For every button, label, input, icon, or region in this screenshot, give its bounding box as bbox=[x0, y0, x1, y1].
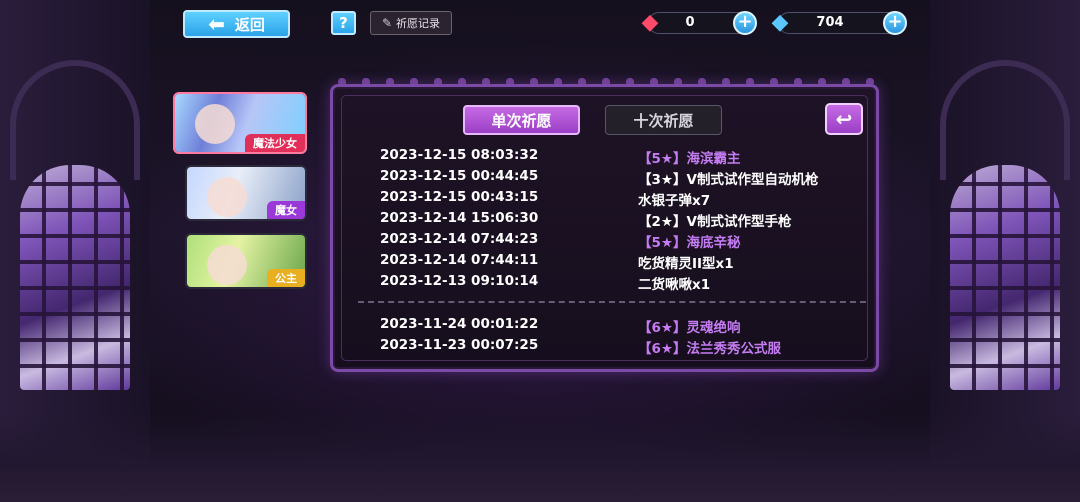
floor bbox=[0, 412, 1080, 502]
record-row: 2023-12-15 08:03:32 【5★】海滨霸主 bbox=[333, 147, 876, 168]
record-item: 【3★】V制式试作型自动机枪 bbox=[638, 172, 819, 188]
feather-icon: ✎ bbox=[381, 16, 393, 30]
char-tab-witch[interactable]: 魔女 bbox=[185, 165, 307, 221]
record-row: 2023-11-23 00:07:25 【6★】法兰秀秀公式服 bbox=[333, 337, 876, 358]
add-red-crystal-button[interactable]: + bbox=[733, 11, 757, 35]
record-item: 【6★】灵魂绝响 bbox=[638, 320, 741, 336]
blue-crystal-counter: ◆ 704 + bbox=[772, 10, 907, 35]
tab-single-wish[interactable]: 单次祈愿 bbox=[463, 105, 580, 135]
return-button[interactable]: ↩ bbox=[825, 103, 863, 135]
return-icon: ↩ bbox=[835, 107, 853, 131]
record-item: 【5★】海滨霸主 bbox=[638, 151, 741, 167]
record-item: 吃货精灵II型x1 bbox=[638, 256, 734, 272]
record-time: 2023-12-14 07:44:23 bbox=[380, 231, 539, 247]
record-item: 【5★】海底辛秘 bbox=[638, 235, 741, 251]
record-time: 2023-11-24 00:01:22 bbox=[380, 316, 539, 332]
char-tab-princess[interactable]: 公主 bbox=[185, 233, 307, 289]
right-stained-glass bbox=[950, 165, 1060, 390]
record-row: 2023-12-13 09:10:14 二货啾啾x1 bbox=[333, 273, 876, 294]
record-divider bbox=[358, 301, 866, 303]
record-row: 2023-12-15 00:43:15 水银子弹x7 bbox=[333, 189, 876, 210]
record-item: 【6★】法兰秀秀公式服 bbox=[638, 341, 781, 357]
record-row: 2023-11-24 00:01:22 【6★】灵魂绝响 bbox=[333, 316, 876, 337]
wish-record-button[interactable]: ✎ 祈愿记录 bbox=[370, 11, 452, 35]
char-tab-label: 魔女 bbox=[267, 201, 305, 219]
record-row: 2023-12-14 15:06:30 【2★】V制式试作型手枪 bbox=[333, 210, 876, 231]
red-crystal-value: 0 bbox=[685, 15, 695, 30]
record-item: 【2★】V制式试作型手枪 bbox=[638, 214, 792, 230]
wish-record-panel: 单次祈愿 十次祈愿 ↩ 2023-12-15 08:03:32 【5★】海滨霸主… bbox=[330, 84, 879, 372]
wish-record-label: 祈愿记录 bbox=[396, 17, 441, 30]
record-time: 2023-12-15 00:43:15 bbox=[380, 189, 539, 205]
back-label: 返回 bbox=[234, 15, 265, 34]
char-tab-label: 公主 bbox=[267, 269, 305, 287]
right-arch bbox=[940, 60, 1070, 180]
arrow-left-icon: ⬅ bbox=[208, 12, 225, 36]
back-button[interactable]: ⬅ 返回 bbox=[183, 10, 290, 38]
char-tab-magical-girl[interactable]: 魔法少女 bbox=[173, 92, 307, 154]
help-label: ? bbox=[339, 14, 348, 32]
tab-single-label: 单次祈愿 bbox=[491, 111, 552, 130]
help-button[interactable]: ? bbox=[331, 11, 356, 35]
record-item: 水银子弹x7 bbox=[638, 193, 711, 209]
record-time: 2023-11-23 00:07:25 bbox=[380, 337, 539, 353]
left-arch bbox=[10, 60, 140, 180]
record-item: 二货啾啾x1 bbox=[638, 277, 711, 293]
record-time: 2023-12-14 07:44:11 bbox=[380, 252, 539, 268]
char-tab-label: 魔法少女 bbox=[245, 134, 305, 152]
left-stained-glass bbox=[20, 165, 130, 390]
record-row: 2023-12-15 00:44:45 【3★】V制式试作型自动机枪 bbox=[333, 168, 876, 189]
tab-ten-label: 十次祈愿 bbox=[633, 111, 694, 130]
red-crystal-counter: ◆ 0 + bbox=[642, 10, 757, 35]
record-row: 2023-12-14 07:44:11 吃货精灵II型x1 bbox=[333, 252, 876, 273]
record-time: 2023-12-15 08:03:32 bbox=[380, 147, 539, 163]
record-time: 2023-12-14 15:06:30 bbox=[380, 210, 539, 226]
tab-ten-wish[interactable]: 十次祈愿 bbox=[605, 105, 722, 135]
add-blue-crystal-button[interactable]: + bbox=[883, 11, 907, 35]
record-time: 2023-12-15 00:44:45 bbox=[380, 168, 539, 184]
record-time: 2023-12-13 09:10:14 bbox=[380, 273, 539, 289]
blue-crystal-value: 704 bbox=[816, 15, 844, 30]
record-row: 2023-12-14 07:44:23 【5★】海底辛秘 bbox=[333, 231, 876, 252]
